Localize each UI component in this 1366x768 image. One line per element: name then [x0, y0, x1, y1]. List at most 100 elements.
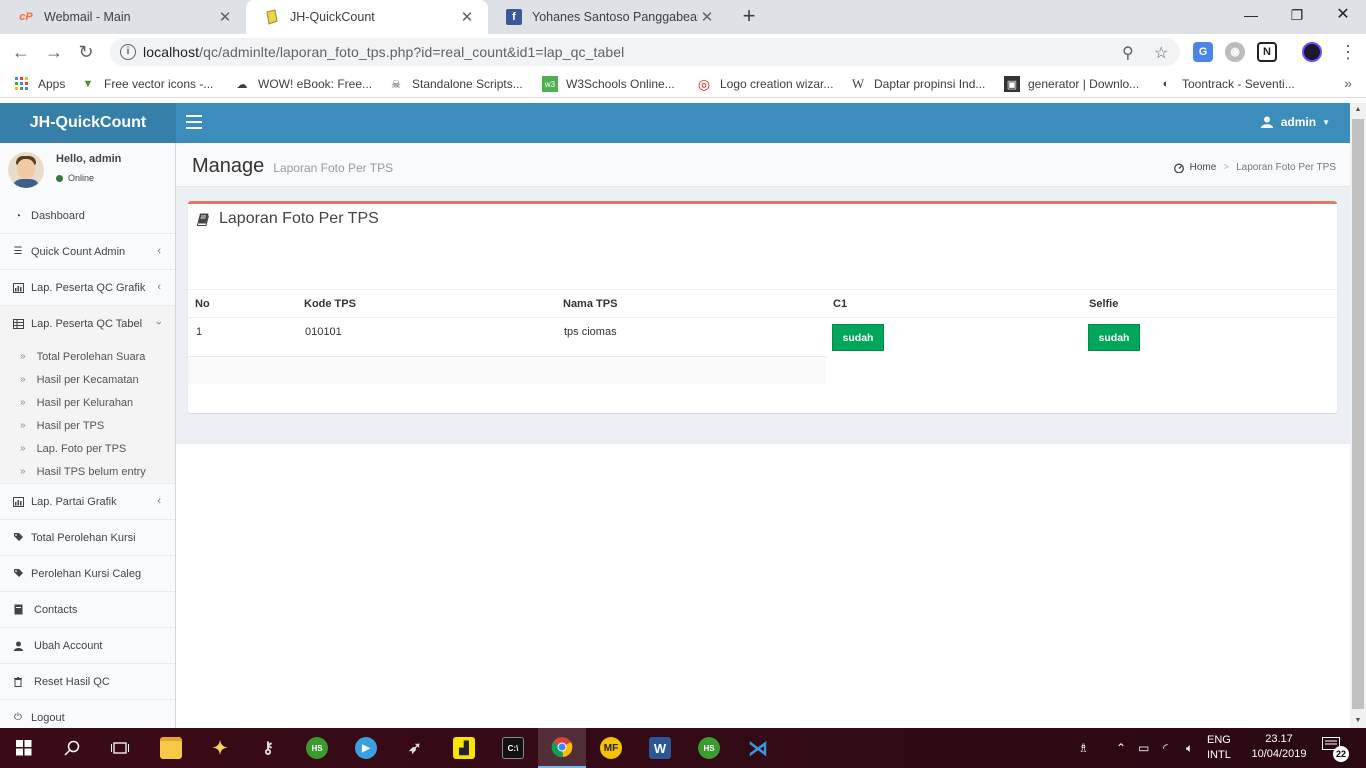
scrollbar-thumb[interactable] — [1352, 119, 1364, 709]
bookmark-item[interactable]: ☁ WOW! eBook: Free... — [234, 76, 373, 92]
bookmark-item[interactable]: ☠ Standalone Scripts... — [388, 76, 523, 92]
battery-icon[interactable]: ▭ — [1138, 728, 1149, 768]
sidebar-item-total-perolehan-kursi[interactable]: Total Perolehan Kursi — [0, 519, 175, 555]
close-icon[interactable]: ✕ — [216, 8, 234, 26]
heidisql-icon[interactable]: HS — [685, 728, 733, 768]
bookmark-item[interactable]: ◐ Toontrack - Seventi... — [1158, 76, 1295, 92]
sidebar-item-contacts[interactable]: Contacts — [0, 591, 175, 627]
minimize-icon[interactable]: — — [1228, 0, 1274, 30]
chevron-right-icon[interactable]: » — [1344, 75, 1352, 91]
sidebar: Hello, admin Online ◔ Dashboard ☰ Quick Co… — [0, 143, 176, 728]
volume-icon[interactable]: 🔈︎ — [1186, 728, 1193, 768]
sidebar-item-lap-partai-grafik[interactable]: Lap. Partai Grafik ‹ — [0, 483, 175, 519]
bookmark-item[interactable]: ▣ generator | Downlo... — [1004, 76, 1139, 92]
hamburger-menu-icon[interactable] — [186, 115, 202, 131]
chrome-icon[interactable] — [538, 728, 586, 768]
user-menu[interactable]: admin ▼ — [1260, 115, 1330, 129]
breadcrumb-home-link[interactable]: Home — [1190, 162, 1217, 173]
submenu-item-hasil-per-kelurahan[interactable]: » Hasil per Kelurahan — [0, 391, 175, 414]
content-blank-area — [176, 444, 1350, 728]
tab-jh-quickcount[interactable]: JH-QuickCount ✕ — [246, 0, 488, 34]
vscode-icon[interactable]: ⋊ — [734, 728, 782, 768]
wifi-icon[interactable]: ◜ — [1163, 728, 1168, 768]
column-header-no: No — [188, 289, 297, 318]
menu-kebab-icon[interactable]: ⋮ — [1336, 40, 1360, 64]
magic-wand-icon[interactable]: ✦ — [196, 728, 244, 768]
double-chevron-icon: » — [20, 420, 26, 431]
word-icon[interactable]: W — [636, 728, 684, 768]
n-extension-icon[interactable]: N — [1257, 42, 1277, 62]
address-bar[interactable]: i localhost/qc/adminlte/laporan_foto_tps… — [110, 38, 1180, 66]
logo-maker-icon: ◎ — [697, 75, 711, 92]
toontrack-icon: ◐ — [1162, 78, 1170, 90]
bookmark-item[interactable]: w3 W3Schools Online... — [542, 76, 675, 92]
mediafire-icon[interactable]: MF — [587, 728, 635, 768]
submenu-item-hasil-per-tps[interactable]: » Hasil per TPS — [0, 414, 175, 437]
bar-chart-icon — [12, 282, 24, 294]
search-icon[interactable] — [48, 728, 96, 768]
sidebar-item-lap-peserta-qc-tabel[interactable]: Lap. Peserta QC Tabel ‹ — [0, 305, 175, 341]
url-text[interactable]: localhost/qc/adminlte/laporan_foto_tps.p… — [143, 44, 624, 60]
sidebar-item-ubah-account[interactable]: Ubah Account — [0, 627, 175, 663]
notification-center-icon[interactable]: 22 — [1322, 737, 1349, 762]
chevron-up-icon[interactable]: ⌃ — [1116, 728, 1126, 768]
close-icon[interactable]: ✕ — [458, 8, 476, 26]
sidebar-item-lap-peserta-qc-grafik[interactable]: Lap. Peserta QC Grafik ‹ — [0, 269, 175, 305]
key-tool-icon[interactable]: ⚷ — [244, 728, 292, 768]
cell-c1: sudah — [826, 318, 1082, 357]
tab-title: Yohanes Santoso Panggabean — [532, 10, 698, 24]
language-indicator[interactable]: ENG INTL — [1207, 733, 1231, 763]
bookmark-star-icon[interactable]: ☆ — [1154, 43, 1168, 63]
browser-tab-strip: cP Webmail - Main ✕ JH-QuickCount ✕ f Yo… — [0, 0, 1366, 34]
new-tab-icon[interactable]: + — [737, 4, 761, 28]
sidebar-item-quick-count-admin[interactable]: ☰ Quick Count Admin ‹ — [0, 233, 175, 269]
translate-extension-icon[interactable]: G — [1193, 42, 1213, 62]
submenu-item-lap-foto-per-tps[interactable]: » Lap. Foto per TPS — [0, 437, 175, 460]
zoom-icon[interactable]: ⚲ — [1122, 43, 1134, 63]
task-view-icon[interactable] — [96, 728, 144, 768]
restore-icon[interactable]: ❐ — [1274, 0, 1320, 30]
reload-icon[interactable]: ↻ — [74, 40, 98, 64]
back-icon[interactable]: ← — [9, 40, 33, 64]
close-window-icon[interactable]: ✕ — [1320, 0, 1366, 30]
wikipedia-icon: W — [851, 76, 865, 91]
top-navbar: admin ▼ — [176, 103, 1350, 143]
bookmark-apps[interactable]: Apps — [14, 76, 65, 92]
system-clock[interactable]: 23.17 10/04/2019 — [1250, 732, 1308, 762]
extension-icon[interactable]: ◉ — [1225, 42, 1245, 62]
close-icon[interactable]: ✕ — [698, 8, 716, 26]
user-icon — [1260, 116, 1273, 128]
people-icon[interactable]: ♗ — [1078, 728, 1089, 768]
selfie-sudah-button[interactable]: sudah — [1088, 324, 1140, 351]
scroll-down-icon[interactable]: ▼ — [1350, 714, 1366, 728]
sidebar-item-reset-hasil-qc[interactable]: Reset Hasil QC — [0, 663, 175, 699]
file-explorer-icon[interactable] — [147, 728, 195, 768]
c1-sudah-button[interactable]: sudah — [832, 324, 884, 351]
sticky-notes-icon[interactable]: ▟ — [440, 728, 488, 768]
terminal-icon[interactable]: C:\ — [489, 728, 537, 768]
bookmark-item[interactable]: ▼ Free vector icons -... — [80, 76, 214, 92]
scroll-up-icon[interactable]: ▲ — [1350, 103, 1366, 117]
page-subtitle: Laporan Foto Per TPS — [273, 161, 394, 175]
tab-facebook[interactable]: f Yohanes Santoso Panggabean ✕ — [488, 0, 728, 34]
forward-icon[interactable]: → — [42, 40, 66, 64]
vertical-scrollbar[interactable]: ▲ ▼ — [1350, 103, 1366, 728]
sidebar-item-logout[interactable]: ⏻ Logout — [0, 699, 175, 728]
app-logo[interactable]: JH-QuickCount — [0, 103, 176, 143]
submenu-item-total-perolehan-suara[interactable]: » Total Perolehan Suara — [0, 345, 175, 368]
column-header-nama-tps: Nama TPS — [556, 289, 826, 318]
heidisql-icon[interactable]: HS — [293, 728, 341, 768]
bar-chart-icon — [12, 496, 24, 508]
sidebar-item-dashboard[interactable]: ◔ Dashboard — [0, 199, 175, 233]
info-icon[interactable]: i — [120, 44, 136, 60]
submenu-item-hasil-per-kecamatan[interactable]: » Hasil per Kecamatan — [0, 368, 175, 391]
submenu-item-hasil-tps-belum-entry[interactable]: » Hasil TPS belum entry — [0, 460, 175, 483]
tab-webmail[interactable]: cP Webmail - Main ✕ — [0, 0, 246, 34]
bookmark-item[interactable]: W Daptar propinsi Ind... — [850, 76, 986, 92]
bookmark-item[interactable]: ◎ Logo creation wizar... — [696, 75, 834, 92]
bird-app-icon[interactable]: ➶ — [391, 728, 439, 768]
profile-avatar-icon[interactable] — [1302, 42, 1322, 62]
sidebar-item-perolehan-kursi-caleg[interactable]: Perolehan Kursi Caleg — [0, 555, 175, 591]
start-button[interactable] — [0, 728, 48, 768]
media-player-icon[interactable]: ▶ — [342, 728, 390, 768]
